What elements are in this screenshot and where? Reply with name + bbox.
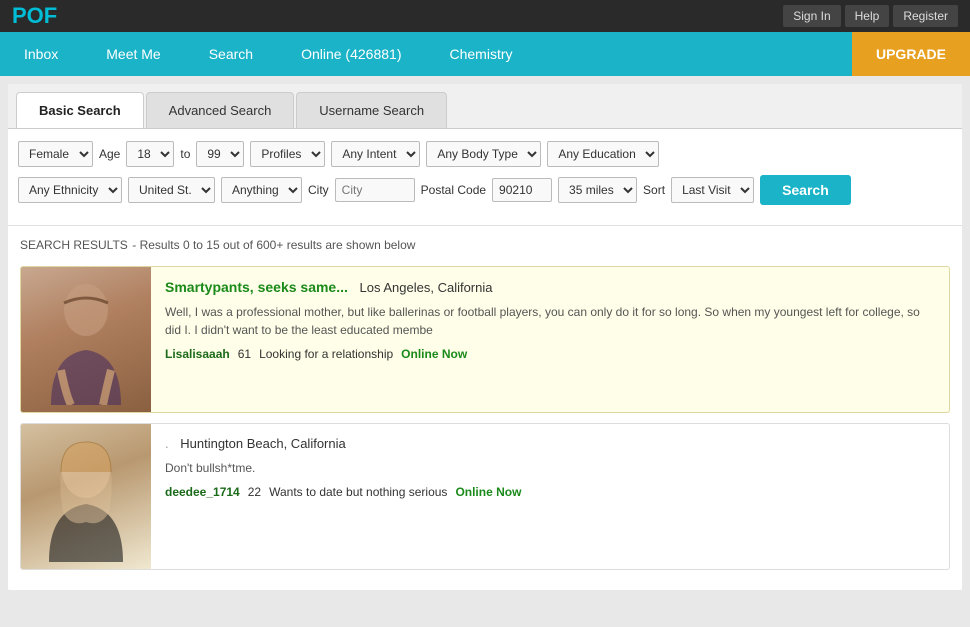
- profile-photo-icon-2: [41, 432, 131, 562]
- result-desc-2: Don't bullsh*tme.: [165, 459, 935, 477]
- result-title-row-1: Smartypants, seeks same... Los Angeles, …: [165, 279, 935, 295]
- search-filters: Female Age 18 to 99 Profiles Any Intent …: [8, 129, 962, 226]
- search-tabs: Basic Search Advanced Search Username Se…: [8, 84, 962, 129]
- postal-label: Postal Code: [421, 183, 486, 197]
- result-title-1[interactable]: Smartypants, seeks same...: [165, 279, 348, 295]
- profile-photo-icon-1: [41, 275, 131, 405]
- city-label: City: [308, 183, 329, 197]
- body-type-select[interactable]: Any Body Type: [426, 141, 541, 167]
- to-label: to: [180, 147, 190, 161]
- result-location-1: Los Angeles, California: [360, 280, 493, 295]
- result-meta-2: deedee_1714 22 Wants to date but nothing…: [165, 485, 935, 499]
- age-from-select[interactable]: 18: [126, 141, 174, 167]
- result-online-2: Online Now: [455, 485, 521, 499]
- sort-select[interactable]: Last Visit: [671, 177, 754, 203]
- age-to-select[interactable]: 99: [196, 141, 244, 167]
- anything-select[interactable]: Anything: [221, 177, 302, 203]
- ethnicity-select[interactable]: Any Ethnicity: [18, 177, 122, 203]
- result-desc-1: Well, I was a professional mother, but l…: [165, 303, 935, 339]
- results-section: SEARCH RESULTS - Results 0 to 15 out of …: [8, 226, 962, 590]
- site-logo: POF: [12, 3, 57, 29]
- results-header: SEARCH RESULTS - Results 0 to 15 out of …: [20, 236, 950, 254]
- help-button[interactable]: Help: [845, 5, 890, 27]
- result-card-1: Smartypants, seeks same... Los Angeles, …: [20, 266, 950, 413]
- result-status-2: Wants to date but nothing serious: [269, 485, 447, 499]
- filter-row-1: Female Age 18 to 99 Profiles Any Intent …: [18, 141, 952, 167]
- top-nav: Sign In Help Register: [783, 5, 958, 27]
- nav-inbox[interactable]: Inbox: [0, 32, 82, 76]
- result-info-2: . Huntington Beach, California Don't bul…: [151, 424, 949, 569]
- education-select[interactable]: Any Education: [547, 141, 659, 167]
- register-button[interactable]: Register: [893, 5, 958, 27]
- nav-search[interactable]: Search: [185, 32, 277, 76]
- result-photo-2[interactable]: [21, 424, 151, 569]
- main-nav: Inbox Meet Me Search Online (426881) Che…: [0, 32, 970, 76]
- result-online-1: Online Now: [401, 347, 467, 361]
- gender-select[interactable]: Female: [18, 141, 93, 167]
- tab-advanced[interactable]: Advanced Search: [146, 92, 295, 128]
- sort-label: Sort: [643, 183, 665, 197]
- result-location-2: Huntington Beach, California: [180, 436, 346, 451]
- result-info-1: Smartypants, seeks same... Los Angeles, …: [151, 267, 949, 412]
- result-username-2[interactable]: deedee_1714: [165, 485, 240, 499]
- age-label: Age: [99, 147, 120, 161]
- content-area: Basic Search Advanced Search Username Se…: [8, 84, 962, 590]
- tab-username[interactable]: Username Search: [296, 92, 447, 128]
- result-dot-2: .: [165, 436, 172, 451]
- results-subtitle: - Results 0 to 15 out of 600+ results ar…: [132, 238, 415, 252]
- top-bar: POF Sign In Help Register: [0, 0, 970, 32]
- result-age-1: 61: [238, 347, 251, 361]
- result-username-1[interactable]: Lisalisaaah: [165, 347, 230, 361]
- result-age-2: 22: [248, 485, 261, 499]
- search-button[interactable]: Search: [760, 175, 851, 205]
- result-card-2: . Huntington Beach, California Don't bul…: [20, 423, 950, 570]
- nav-meetme[interactable]: Meet Me: [82, 32, 184, 76]
- tab-basic[interactable]: Basic Search: [16, 92, 144, 128]
- result-status-1: Looking for a relationship: [259, 347, 393, 361]
- nav-chemistry[interactable]: Chemistry: [425, 32, 536, 76]
- country-select[interactable]: United St.: [128, 177, 215, 203]
- distance-select[interactable]: 35 miles: [558, 177, 637, 203]
- result-title-row-2: . Huntington Beach, California: [165, 436, 935, 451]
- results-title: SEARCH RESULTS: [20, 238, 128, 252]
- filter-row-2: Any Ethnicity United St. Anything City P…: [18, 175, 952, 205]
- city-input[interactable]: [335, 178, 415, 202]
- postal-input[interactable]: [492, 178, 552, 202]
- signin-button[interactable]: Sign In: [783, 5, 840, 27]
- nav-online[interactable]: Online (426881): [277, 32, 425, 76]
- result-photo-1[interactable]: [21, 267, 151, 412]
- intent-select[interactable]: Any Intent: [331, 141, 420, 167]
- result-meta-1: Lisalisaaah 61 Looking for a relationshi…: [165, 347, 935, 361]
- profiles-select[interactable]: Profiles: [250, 141, 325, 167]
- nav-upgrade[interactable]: UPGRADE: [852, 32, 970, 76]
